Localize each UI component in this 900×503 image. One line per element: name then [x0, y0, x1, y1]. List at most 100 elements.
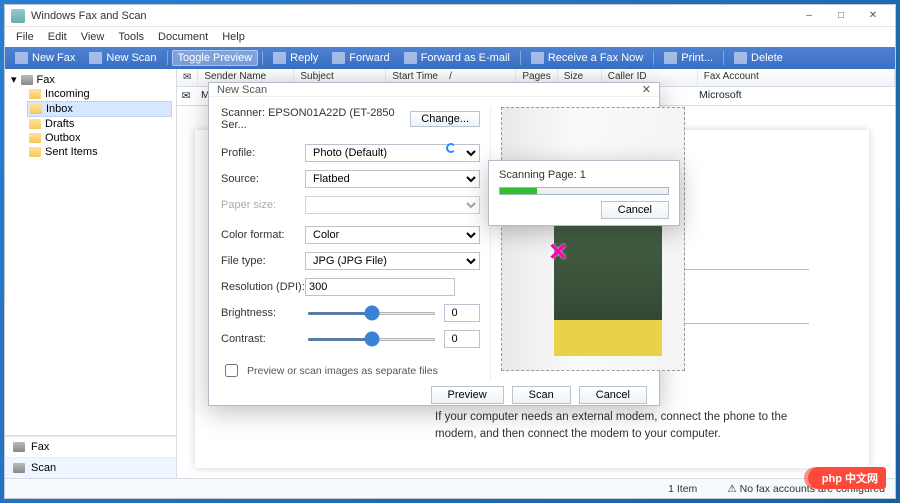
contrast-value[interactable]: [444, 330, 480, 348]
page-icon: [15, 52, 28, 64]
separate-files-label: Preview or scan images as separate files: [247, 365, 438, 377]
tree-outbox[interactable]: Outbox: [27, 131, 172, 145]
reply-label: Reply: [290, 52, 318, 64]
scan-preview-area[interactable]: ✕: [501, 107, 685, 371]
reply-icon: [273, 52, 286, 64]
source-label: Source:: [221, 173, 305, 185]
menu-file[interactable]: File: [9, 29, 41, 45]
brightness-slider[interactable]: [307, 312, 436, 315]
folder-tree: ▾Fax Incoming Inbox Drafts Outbox Sent I…: [5, 69, 176, 435]
folder-icon: [29, 119, 41, 129]
scanner-icon: [89, 52, 102, 64]
delete-button[interactable]: Delete: [728, 50, 789, 66]
menubar: File Edit View Tools Document Help: [5, 27, 895, 47]
papersize-select: [305, 196, 480, 214]
col-account[interactable]: Fax Account: [698, 69, 895, 86]
folder-icon: [30, 104, 42, 114]
forward-email-button[interactable]: Forward as E-mail: [398, 50, 516, 66]
filetype-label: File type:: [221, 255, 305, 267]
tree-fax[interactable]: ▾Fax: [9, 72, 172, 87]
tree-inbox[interactable]: Inbox: [27, 101, 172, 117]
source-select[interactable]: Flatbed: [305, 170, 480, 188]
tree-fax-label: Fax: [37, 74, 55, 86]
toolbar: New Fax New Scan Toggle Preview Reply Fo…: [5, 47, 895, 69]
watermark-logo: php 中文网: [808, 467, 886, 489]
scanner-name: Scanner: EPSON01A22D (ET-2850 Ser...: [221, 107, 410, 131]
filetype-select[interactable]: JPG (JPG File): [305, 252, 480, 270]
status-items: 1 Item: [668, 483, 697, 495]
tab-scan-label: Scan: [31, 462, 56, 474]
contrast-slider[interactable]: [307, 338, 436, 341]
folder-icon: [29, 133, 41, 143]
scanning-progress-dialog: Scanning Page: 1 Cancel: [488, 160, 680, 226]
maximize-button[interactable]: □: [825, 6, 857, 26]
tab-fax-label: Fax: [31, 441, 49, 453]
menu-tools[interactable]: Tools: [111, 29, 151, 45]
menu-help[interactable]: Help: [215, 29, 252, 45]
fax-device-icon: [21, 75, 33, 85]
dialog-title: New Scan: [217, 84, 267, 96]
brightness-value[interactable]: [444, 304, 480, 322]
new-fax-button[interactable]: New Fax: [9, 50, 81, 66]
progress-bar: [499, 187, 669, 195]
forward-icon: [332, 52, 345, 64]
dialog-close-button[interactable]: ✕: [642, 83, 651, 96]
forward-button[interactable]: Forward: [326, 50, 395, 66]
forward-email-label: Forward as E-mail: [421, 52, 510, 64]
contrast-label: Contrast:: [221, 333, 305, 345]
menu-document[interactable]: Document: [151, 29, 215, 45]
new-scan-label: New Scan: [106, 52, 156, 64]
tab-fax[interactable]: Fax: [5, 436, 176, 457]
menu-edit[interactable]: Edit: [41, 29, 74, 45]
new-scan-button[interactable]: New Scan: [83, 50, 162, 66]
separate-files-checkbox[interactable]: Preview or scan images as separate files: [221, 361, 480, 380]
tree-inbox-label: Inbox: [46, 103, 73, 115]
preview-button[interactable]: Preview: [431, 386, 504, 404]
tree-incoming[interactable]: Incoming: [27, 87, 172, 101]
reply-button[interactable]: Reply: [267, 50, 324, 66]
tree-drafts-label: Drafts: [45, 118, 74, 130]
side-tabs: Fax Scan: [5, 435, 176, 478]
colorfmt-label: Color format:: [221, 229, 305, 241]
delete-icon: [734, 52, 747, 64]
receive-fax-label: Receive a Fax Now: [548, 52, 643, 64]
folder-icon: [29, 89, 41, 99]
row-account: Microsoft: [693, 87, 895, 105]
sidebar: ▾Fax Incoming Inbox Drafts Outbox Sent I…: [5, 69, 177, 478]
app-title: Windows Fax and Scan: [31, 10, 147, 22]
cancel-scan-button[interactable]: Cancel: [579, 386, 647, 404]
fax-icon: [13, 442, 25, 452]
new-scan-dialog: New Scan ✕ Scanner: EPSON01A22D (ET-2850…: [208, 82, 660, 406]
tree-incoming-label: Incoming: [45, 88, 90, 100]
delete-label: Delete: [751, 52, 783, 64]
progress-label: Scanning Page: 1: [499, 169, 669, 181]
tree-sent-label: Sent Items: [45, 146, 98, 158]
download-icon: [531, 52, 544, 64]
colorfmt-select[interactable]: Color: [305, 226, 480, 244]
tree-sent[interactable]: Sent Items: [27, 145, 172, 159]
new-fax-label: New Fax: [32, 52, 75, 64]
tree-drafts[interactable]: Drafts: [27, 117, 172, 131]
doc-para: If your computer needs an external modem…: [435, 409, 809, 444]
col-icon[interactable]: ✉: [177, 69, 198, 86]
row-icon: ✉: [177, 87, 195, 105]
tree-outbox-label: Outbox: [45, 132, 80, 144]
dialog-titlebar: New Scan ✕: [209, 83, 659, 97]
printer-icon: [664, 52, 677, 64]
print-button[interactable]: Print...: [658, 50, 719, 66]
progress-cancel-button[interactable]: Cancel: [601, 201, 669, 219]
profile-select[interactable]: Photo (Default): [305, 144, 480, 162]
menu-view[interactable]: View: [74, 29, 112, 45]
toggle-preview-label: Toggle Preview: [178, 52, 253, 64]
tab-scan[interactable]: Scan: [5, 457, 176, 478]
change-scanner-button[interactable]: Change...: [410, 111, 480, 127]
resolution-input[interactable]: [305, 278, 455, 296]
resolution-label: Resolution (DPI):: [221, 281, 305, 293]
close-button[interactable]: ✕: [857, 6, 889, 26]
minimize-button[interactable]: –: [793, 6, 825, 26]
mail-icon: [404, 52, 417, 64]
scan-button[interactable]: Scan: [512, 386, 571, 404]
toggle-preview-button[interactable]: Toggle Preview: [172, 50, 259, 66]
statusbar: 1 Item ⚠ No fax accounts are configured: [5, 478, 895, 498]
receive-fax-button[interactable]: Receive a Fax Now: [525, 50, 649, 66]
